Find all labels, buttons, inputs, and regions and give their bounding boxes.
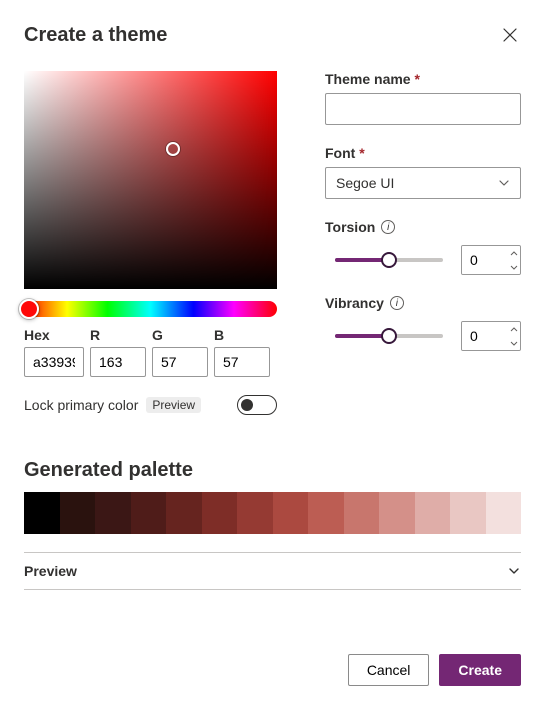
vibrancy-increment[interactable] <box>508 322 520 336</box>
close-button[interactable] <box>499 24 521 46</box>
preview-accordion-label: Preview <box>24 563 77 579</box>
vibrancy-label: Vibrancy <box>325 295 384 311</box>
saturation-value-picker[interactable] <box>24 71 277 289</box>
g-label: G <box>152 327 214 343</box>
b-input[interactable] <box>214 347 270 377</box>
palette-swatch <box>379 492 415 534</box>
torsion-increment[interactable] <box>508 246 520 260</box>
torsion-value[interactable] <box>462 246 508 274</box>
generated-palette-heading: Generated palette <box>24 459 521 482</box>
preview-badge: Preview <box>146 397 201 413</box>
palette-swatch <box>486 492 522 534</box>
chevron-up-icon <box>510 327 518 332</box>
torsion-decrement[interactable] <box>508 260 520 274</box>
cancel-button[interactable]: Cancel <box>348 654 430 686</box>
palette-swatch <box>166 492 202 534</box>
torsion-slider-thumb[interactable] <box>381 252 397 268</box>
info-icon[interactable]: i <box>390 296 404 310</box>
palette-swatch <box>60 492 96 534</box>
hue-thumb[interactable] <box>19 299 39 319</box>
lock-primary-color-toggle[interactable] <box>237 395 277 415</box>
info-icon[interactable]: i <box>381 220 395 234</box>
theme-name-input[interactable] <box>325 93 521 125</box>
chevron-down-icon <box>510 265 518 270</box>
palette-swatch <box>344 492 380 534</box>
torsion-slider[interactable] <box>335 250 443 270</box>
vibrancy-spinner[interactable] <box>461 321 521 351</box>
hex-input[interactable] <box>24 347 84 377</box>
chevron-down-icon <box>510 341 518 346</box>
r-label: R <box>90 327 152 343</box>
torsion-label: Torsion <box>325 219 375 235</box>
palette-swatch <box>450 492 486 534</box>
hue-slider[interactable] <box>24 301 277 317</box>
vibrancy-decrement[interactable] <box>508 336 520 350</box>
hex-label: Hex <box>24 327 90 343</box>
chevron-up-icon <box>510 251 518 256</box>
font-select[interactable]: Segoe UI <box>325 167 521 199</box>
palette-swatch <box>273 492 309 534</box>
create-button[interactable]: Create <box>439 654 521 686</box>
theme-name-label: Theme name * <box>325 71 521 87</box>
chevron-down-icon <box>507 564 521 578</box>
generated-palette <box>24 492 521 534</box>
b-label: B <box>214 327 276 343</box>
close-icon <box>503 28 517 42</box>
palette-swatch <box>95 492 131 534</box>
lock-primary-color-label: Lock primary color <box>24 397 138 413</box>
preview-accordion[interactable]: Preview <box>24 552 521 590</box>
r-input[interactable] <box>90 347 146 377</box>
font-select-value: Segoe UI <box>336 175 394 191</box>
palette-swatch <box>202 492 238 534</box>
palette-swatch <box>415 492 451 534</box>
dialog-title: Create a theme <box>24 24 167 47</box>
chevron-down-icon <box>498 177 510 189</box>
torsion-spinner[interactable] <box>461 245 521 275</box>
palette-swatch <box>308 492 344 534</box>
saturation-value-thumb[interactable] <box>166 142 180 156</box>
font-label: Font * <box>325 145 521 161</box>
vibrancy-slider-thumb[interactable] <box>381 328 397 344</box>
g-input[interactable] <box>152 347 208 377</box>
vibrancy-slider[interactable] <box>335 326 443 346</box>
palette-swatch <box>131 492 167 534</box>
vibrancy-value[interactable] <box>462 322 508 350</box>
palette-swatch <box>237 492 273 534</box>
palette-swatch <box>24 492 60 534</box>
